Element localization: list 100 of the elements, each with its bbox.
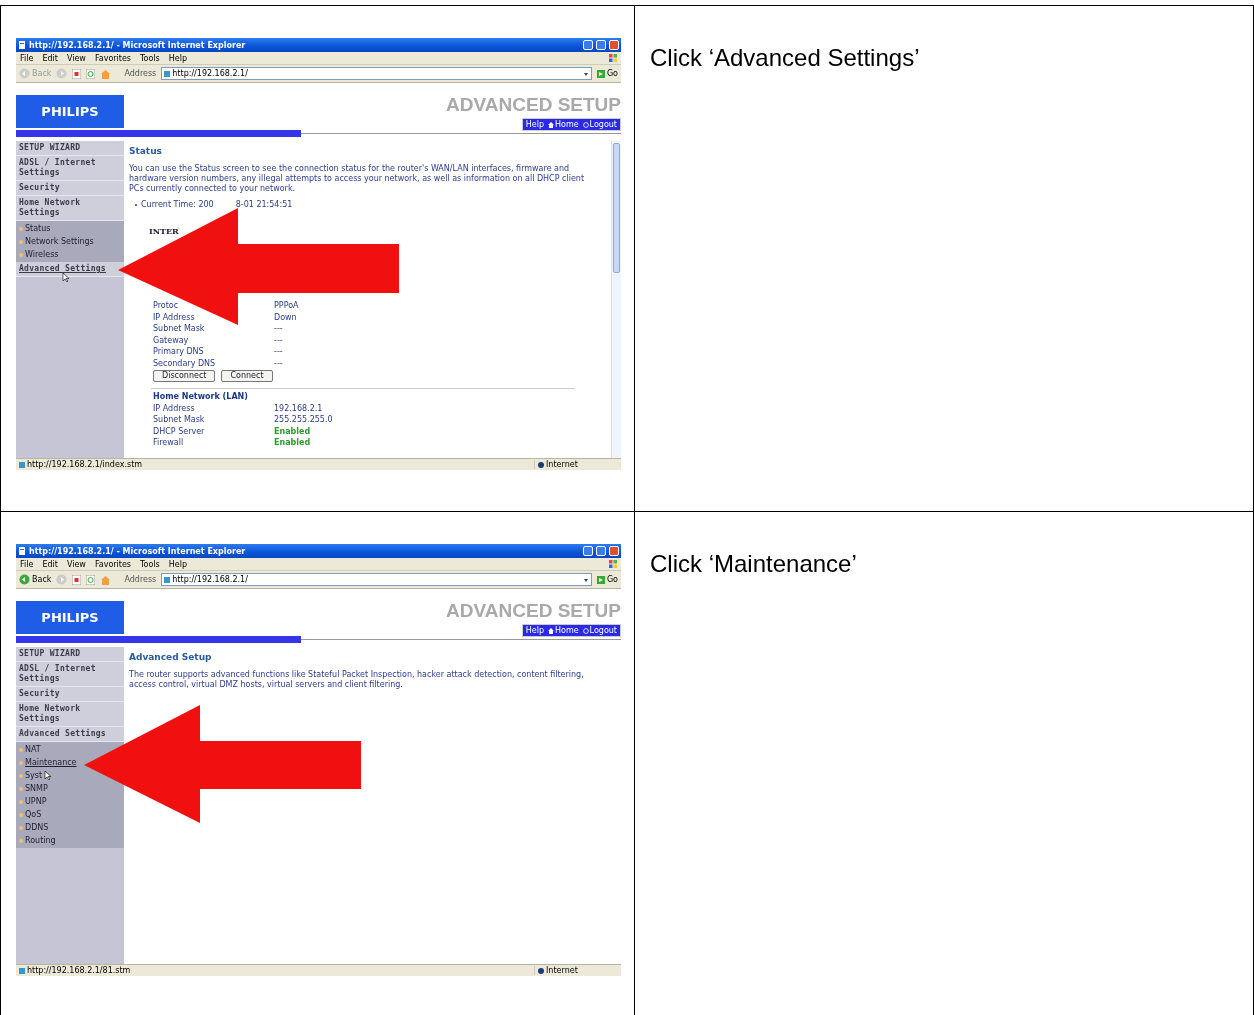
sidebar-item[interactable]: Security xyxy=(16,687,124,702)
bullet-icon xyxy=(19,799,23,804)
maximize-button[interactable] xyxy=(596,546,606,556)
minimize-button[interactable] xyxy=(583,40,593,50)
sidebar-item[interactable]: Security xyxy=(16,181,124,196)
dropdown-caret-icon xyxy=(582,70,589,77)
instruction-text: Click ‘Maintenance’ xyxy=(650,550,858,578)
menu-item[interactable]: Edit xyxy=(42,559,58,569)
menu-item[interactable]: Edit xyxy=(42,53,58,63)
bullet-icon xyxy=(19,226,23,231)
go-button[interactable]: Go xyxy=(596,69,618,78)
content-title: Status xyxy=(129,146,163,156)
submenu-item[interactable]: Routing xyxy=(25,835,56,846)
submenu-item[interactable]: DDNS xyxy=(25,822,49,833)
intro-text: You can use the Status screen to see the connection status for the router's WAN/LAN interfaces, firmware and hardware version numbers, any illegal attempts to access your network, as well as information on all DHCP client PCs currently connected to your network. xyxy=(129,164,586,194)
stop-icon[interactable] xyxy=(72,574,82,585)
menu-item[interactable]: View xyxy=(66,53,86,63)
dropdown-caret-icon xyxy=(582,576,589,583)
bullet-icon xyxy=(19,252,23,257)
nav-link[interactable]: Help xyxy=(525,626,544,635)
bullet-icon xyxy=(19,825,23,830)
maximize-button[interactable] xyxy=(596,40,606,50)
submenu-item[interactable]: QoS xyxy=(25,809,42,820)
globe-icon xyxy=(538,461,544,468)
submenu-item[interactable]: Status xyxy=(25,223,51,234)
nav-link[interactable]: Home xyxy=(548,626,579,635)
menu-item[interactable]: Favorites xyxy=(94,559,131,569)
sidebar-item[interactable]: ADSL / Internet Settings xyxy=(16,156,124,181)
sidebar-item[interactable]: SETUP WIZARD xyxy=(16,141,124,156)
page-icon xyxy=(19,967,25,974)
row-value: --- xyxy=(274,347,283,357)
address-field[interactable]: http://192.168.2.1/ xyxy=(161,67,592,80)
bullet-icon xyxy=(19,773,23,778)
submenu-item[interactable]: UPNP xyxy=(25,796,47,807)
row-value: Enabled xyxy=(274,426,311,437)
page-heading: ADVANCED SETUP xyxy=(446,601,621,621)
back-button[interactable]: Back xyxy=(19,574,52,585)
bullet-icon xyxy=(19,812,23,817)
go-arrow-icon xyxy=(596,575,605,584)
refresh-icon[interactable] xyxy=(86,68,96,79)
minimize-button[interactable] xyxy=(583,546,593,556)
sidebar-item[interactable]: SETUP WIZARD xyxy=(16,647,124,662)
menu-item[interactable]: Favorites xyxy=(94,53,131,63)
menu-item[interactable]: Help xyxy=(168,53,187,63)
menu-item[interactable]: View xyxy=(66,559,86,569)
row-label: Secondary DNS xyxy=(153,358,216,369)
nav-link[interactable]: Help xyxy=(525,120,544,129)
power-icon xyxy=(582,121,589,128)
row-label: Primary DNS xyxy=(153,347,204,357)
submenu-item[interactable]: Maintenance xyxy=(25,757,77,768)
row-value: 192.168.2.1 xyxy=(274,403,323,414)
connect-button[interactable]: Connect xyxy=(221,369,273,382)
cursor-icon xyxy=(44,771,52,780)
page-icon xyxy=(19,461,25,468)
sidebar-item[interactable]: Home Network Settings xyxy=(16,196,124,221)
house-icon xyxy=(548,627,554,634)
stop-icon[interactable] xyxy=(72,68,82,79)
refresh-icon[interactable] xyxy=(86,574,96,585)
menu-item[interactable]: Tools xyxy=(140,559,160,569)
row-label: DHCP Server xyxy=(153,426,205,437)
submenu-item[interactable]: Syst xyxy=(25,770,43,781)
row-value: --- xyxy=(274,335,283,346)
go-button[interactable]: Go xyxy=(596,575,618,584)
page-heading: ADVANCED SETUP xyxy=(446,95,621,115)
sidebar-item[interactable]: Advanced Settings xyxy=(16,727,124,742)
submenu-item[interactable]: Wireless xyxy=(25,249,59,260)
submenu-item[interactable]: Network Settings xyxy=(25,236,94,247)
row-label: Protoc xyxy=(153,301,179,311)
submenu-item[interactable]: SNMP xyxy=(25,783,48,794)
section-title: INTER xyxy=(149,226,180,236)
window-title: http://192.168.2.1/ - Microsoft Internet Explorer xyxy=(29,546,247,556)
go-arrow-icon xyxy=(596,69,605,78)
status-url: http://192.168.2.1/index.stm xyxy=(27,460,144,469)
address-field[interactable]: http://192.168.2.1/ xyxy=(161,573,592,586)
row-label: IP Address xyxy=(153,403,195,414)
sidebar-item[interactable]: Home Network Settings xyxy=(16,702,124,727)
zone-label: Internet xyxy=(546,966,578,975)
menu-item[interactable]: File xyxy=(20,53,34,63)
row-label: Subnet Mask xyxy=(153,415,205,425)
close-button[interactable] xyxy=(609,546,619,556)
cursor-icon xyxy=(62,273,69,282)
nav-link[interactable]: Logout xyxy=(582,626,617,635)
power-icon xyxy=(582,627,589,634)
close-button[interactable] xyxy=(609,40,619,50)
menu-item[interactable]: File xyxy=(20,559,34,569)
bullet-icon xyxy=(19,239,23,244)
instruction-text: Click ‘Advanced Settings’ xyxy=(650,44,921,72)
intro-text: The router supports advanced functions like Stateful Packet Inspection, hacker attack detection, content filtering, access control, virtual DMZ hosts, virtual servers and client filtering. xyxy=(129,670,585,690)
section-title: Home Network (LAN) xyxy=(153,391,249,402)
nav-link[interactable]: Home xyxy=(548,120,579,129)
menu-item[interactable]: Help xyxy=(168,559,187,569)
menu-item[interactable]: Tools xyxy=(140,53,160,63)
sidebar-item[interactable]: ADSL / Internet Settings xyxy=(16,662,124,687)
row-value: Enabled xyxy=(274,438,311,448)
status-url: http://192.168.2.1/81.stm xyxy=(27,966,132,975)
submenu-item[interactable]: NAT xyxy=(25,744,41,755)
nav-link[interactable]: Logout xyxy=(582,120,617,129)
disconnect-button[interactable]: Disconnect xyxy=(153,369,216,382)
address-label: Address xyxy=(124,69,157,78)
page-icon xyxy=(18,547,26,555)
